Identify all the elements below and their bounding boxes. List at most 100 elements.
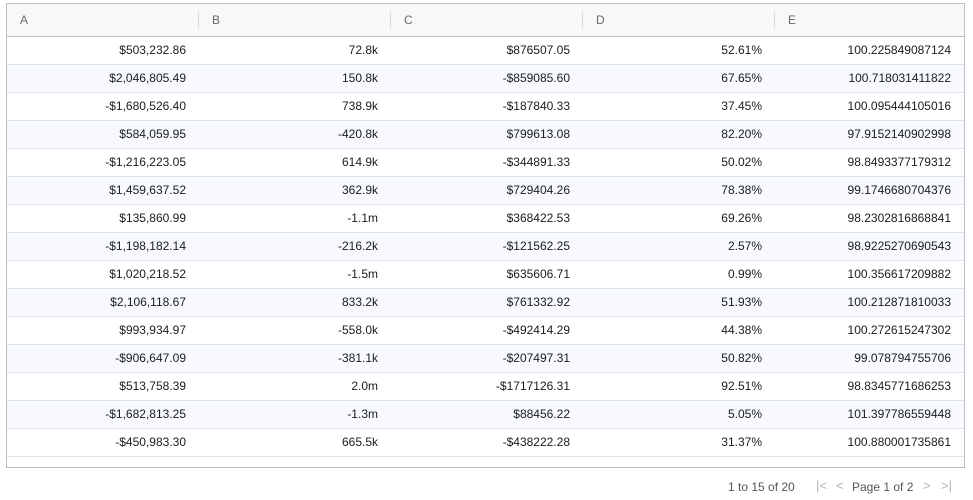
table-row[interactable]: $513,758.39 2.0m -$1717126.31 92.51% 98.8345… xyxy=(7,373,964,401)
table-cell-c[interactable]: $635606.71 xyxy=(391,261,583,288)
first-page-icon[interactable]: |< xyxy=(816,478,827,493)
table-row[interactable]: $503,232.86 72.8k $876507.05 52.61% 100.2258… xyxy=(7,37,964,65)
previous-page-icon[interactable]: < xyxy=(836,478,844,493)
table-cell-d[interactable]: 69.26% xyxy=(583,205,775,232)
table-cell-a[interactable]: $584,059.95 xyxy=(7,121,199,148)
table-cell-c[interactable]: $799613.08 xyxy=(391,121,583,148)
table-cell-e[interactable]: 100.212871810033 xyxy=(775,289,964,316)
column-header-b[interactable]: B xyxy=(199,4,391,36)
table-cell-d[interactable]: 44.38% xyxy=(583,317,775,344)
table-cell-c[interactable]: $876507.05 xyxy=(391,37,583,64)
table-cell-d[interactable]: 5.05% xyxy=(583,401,775,428)
table-cell-a[interactable]: -$906,647.09 xyxy=(7,345,199,372)
column-header-c[interactable]: C xyxy=(391,4,583,36)
table-cell-c[interactable]: -$492414.29 xyxy=(391,317,583,344)
table-cell-e[interactable]: 98.2302816868841 xyxy=(775,205,964,232)
table-row[interactable]: -$906,647.09 -381.1k -$207497.31 50.82% 99.0… xyxy=(7,345,964,373)
table-cell-c[interactable]: $88456.22 xyxy=(391,401,583,428)
table-cell-c[interactable]: $761332.92 xyxy=(391,289,583,316)
table-cell-c[interactable]: -$438222.28 xyxy=(391,429,583,456)
table-cell-b[interactable]: 150.8k xyxy=(199,65,391,92)
table-row[interactable]: -$1,682,813.25 -1.3m $88456.22 5.05% 101.397… xyxy=(7,401,964,429)
table-cell-d[interactable]: 37.45% xyxy=(583,93,775,120)
table-cell-e[interactable]: 101.397786559448 xyxy=(775,401,964,428)
table-cell-b[interactable]: -1.3m xyxy=(199,401,391,428)
table-cell-a[interactable]: -$450,983.30 xyxy=(7,429,199,456)
table-cell-c[interactable]: -$121562.25 xyxy=(391,233,583,260)
column-header-label: D xyxy=(596,13,605,27)
table-cell-c[interactable]: $729404.26 xyxy=(391,177,583,204)
table-cell-d[interactable]: 50.02% xyxy=(583,149,775,176)
next-page-icon[interactable]: > xyxy=(923,478,931,493)
table-cell-d[interactable]: 52.61% xyxy=(583,37,775,64)
table-cell-a[interactable]: $513,758.39 xyxy=(7,373,199,400)
table-cell-e[interactable]: 100.880001735861 xyxy=(775,429,964,456)
table-row[interactable]: $2,106,118.67 833.2k $761332.92 51.93% 100.2… xyxy=(7,289,964,317)
table-cell-c[interactable]: -$344891.33 xyxy=(391,149,583,176)
table-cell-d[interactable]: 31.37% xyxy=(583,429,775,456)
table-row[interactable]: $993,934.97 -558.0k -$492414.29 44.38% 100.2… xyxy=(7,317,964,345)
table-cell-d[interactable]: 51.93% xyxy=(583,289,775,316)
table-row[interactable]: $2,046,805.49 150.8k -$859085.60 67.65% 100.… xyxy=(7,65,964,93)
table-cell-a[interactable]: $2,106,118.67 xyxy=(7,289,199,316)
table-cell-e[interactable]: 100.225849087124 xyxy=(775,37,964,64)
table-cell-b[interactable]: 738.9k xyxy=(199,93,391,120)
table-row[interactable]: -$450,983.30 665.5k -$438222.28 31.37% 100.8… xyxy=(7,429,964,457)
table-cell-a[interactable]: $1,459,637.52 xyxy=(7,177,199,204)
table-cell-b[interactable]: -420.8k xyxy=(199,121,391,148)
table-cell-a[interactable]: -$1,682,813.25 xyxy=(7,401,199,428)
table-cell-e[interactable]: 99.1746680704376 xyxy=(775,177,964,204)
table-cell-a[interactable]: $1,020,218.52 xyxy=(7,261,199,288)
table-cell-d[interactable]: 0.99% xyxy=(583,261,775,288)
table-cell-a[interactable]: -$1,198,182.14 xyxy=(7,233,199,260)
table-cell-b[interactable]: -558.0k xyxy=(199,317,391,344)
table-cell-b[interactable]: -381.1k xyxy=(199,345,391,372)
table-row[interactable]: -$1,198,182.14 -216.2k -$121562.25 2.57% 98.… xyxy=(7,233,964,261)
table-row[interactable]: $1,459,637.52 362.9k $729404.26 78.38% 99.17… xyxy=(7,177,964,205)
table-cell-b[interactable]: 665.5k xyxy=(199,429,391,456)
table-cell-e[interactable]: 98.8493377179312 xyxy=(775,149,964,176)
table-cell-b[interactable]: -216.2k xyxy=(199,233,391,260)
last-page-icon[interactable]: >| xyxy=(941,478,952,493)
table-cell-a[interactable]: $993,934.97 xyxy=(7,317,199,344)
table-cell-b[interactable]: 72.8k xyxy=(199,37,391,64)
table-row[interactable]: -$1,216,223.05 614.9k -$344891.33 50.02% 98.… xyxy=(7,149,964,177)
table-row[interactable]: -$1,680,526.40 738.9k -$187840.33 37.45% 100… xyxy=(7,93,964,121)
table-cell-b[interactable]: -1.5m xyxy=(199,261,391,288)
table-row[interactable]: $135,860.99 -1.1m $368422.53 69.26% 98.23028… xyxy=(7,205,964,233)
table-cell-d[interactable]: 92.51% xyxy=(583,373,775,400)
table-row[interactable]: $584,059.95 -420.8k $799613.08 82.20% 97.915… xyxy=(7,121,964,149)
table-cell-e[interactable]: 97.9152140902998 xyxy=(775,121,964,148)
table-cell-c[interactable]: -$859085.60 xyxy=(391,65,583,92)
column-header-d[interactable]: D xyxy=(583,4,775,36)
table-cell-c[interactable]: -$1717126.31 xyxy=(391,373,583,400)
table-cell-a[interactable]: $2,046,805.49 xyxy=(7,65,199,92)
table-cell-d[interactable]: 78.38% xyxy=(583,177,775,204)
table-row[interactable]: $1,020,218.52 -1.5m $635606.71 0.99% 100.356… xyxy=(7,261,964,289)
table-cell-b[interactable]: -1.1m xyxy=(199,205,391,232)
table-cell-b[interactable]: 833.2k xyxy=(199,289,391,316)
column-header-e[interactable]: E xyxy=(775,4,964,36)
table-cell-b[interactable]: 362.9k xyxy=(199,177,391,204)
table-cell-c[interactable]: -$207497.31 xyxy=(391,345,583,372)
table-cell-d[interactable]: 2.57% xyxy=(583,233,775,260)
table-cell-c[interactable]: -$187840.33 xyxy=(391,93,583,120)
column-header-a[interactable]: A xyxy=(7,4,199,36)
table-cell-e[interactable]: 100.718031411822 xyxy=(775,65,964,92)
table-cell-e[interactable]: 100.356617209882 xyxy=(775,261,964,288)
table-cell-e[interactable]: 99.078794755706 xyxy=(775,345,964,372)
table-cell-c[interactable]: $368422.53 xyxy=(391,205,583,232)
table-cell-e[interactable]: 98.9225270690543 xyxy=(775,233,964,260)
table-cell-e[interactable]: 100.272615247302 xyxy=(775,317,964,344)
table-cell-d[interactable]: 82.20% xyxy=(583,121,775,148)
table-cell-d[interactable]: 67.65% xyxy=(583,65,775,92)
table-cell-a[interactable]: -$1,680,526.40 xyxy=(7,93,199,120)
table-cell-d[interactable]: 50.82% xyxy=(583,345,775,372)
table-cell-e[interactable]: 98.8345771686253 xyxy=(775,373,964,400)
table-cell-e[interactable]: 100.095444105016 xyxy=(775,93,964,120)
table-cell-a[interactable]: $503,232.86 xyxy=(7,37,199,64)
table-cell-a[interactable]: -$1,216,223.05 xyxy=(7,149,199,176)
table-cell-b[interactable]: 2.0m xyxy=(199,373,391,400)
table-cell-a[interactable]: $135,860.99 xyxy=(7,205,199,232)
table-cell-b[interactable]: 614.9k xyxy=(199,149,391,176)
